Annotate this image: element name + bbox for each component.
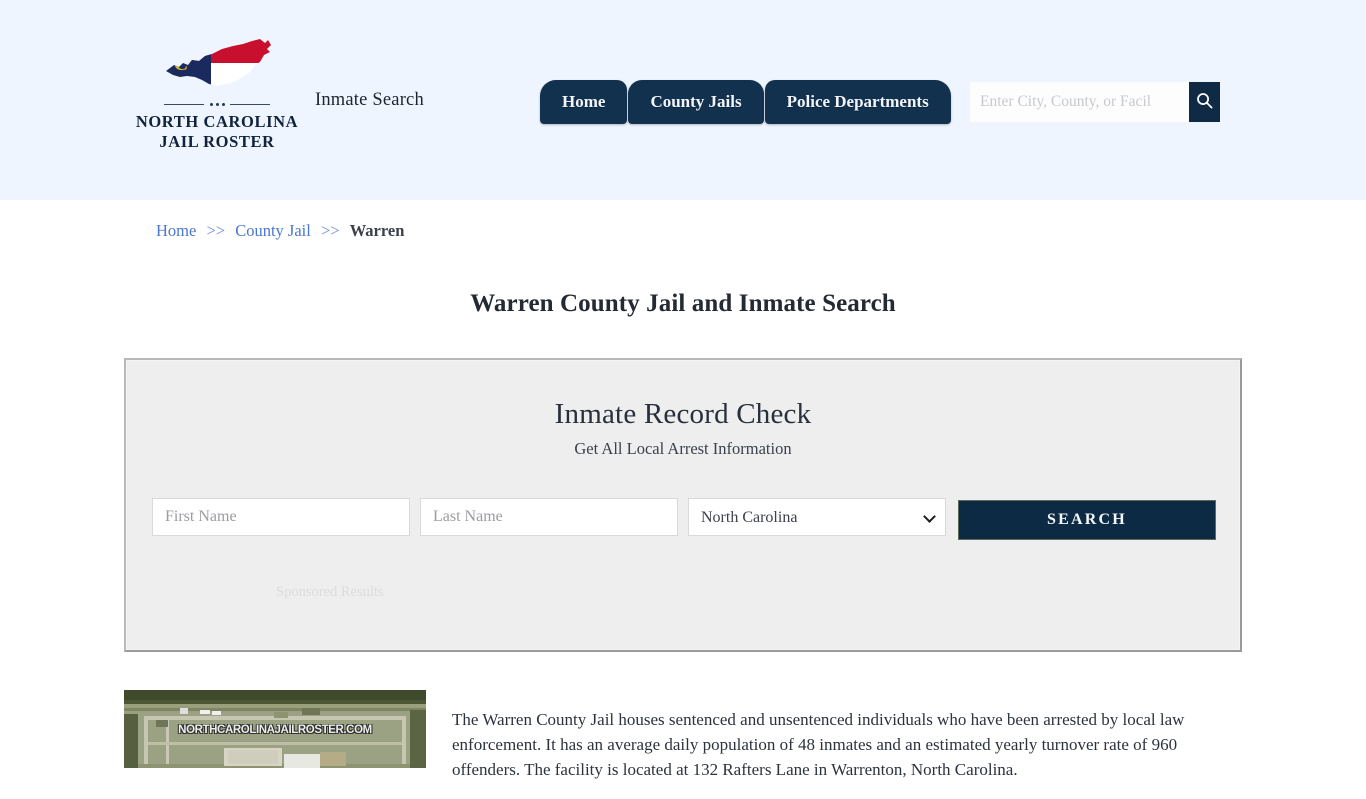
nav-item-home[interactable]: Home	[540, 80, 628, 124]
nav-item-police-departments[interactable]: Police Departments	[764, 80, 951, 124]
logo-ornament-divider	[164, 100, 270, 109]
svg-text:C: C	[174, 53, 188, 75]
breadcrumb: Home >> County Jail >> Warren	[156, 221, 404, 241]
nav-item-police-departments-label: Police Departments	[786, 92, 929, 111]
record-check-title: Inmate Record Check	[554, 398, 812, 430]
breadcrumb-separator-1: >>	[206, 221, 226, 240]
jail-aerial-image[interactable]: NORTHCAROLINAJAILROSTER.COM	[124, 690, 426, 768]
header-search-button[interactable]	[1189, 82, 1220, 122]
logo-line-2: JAIL ROSTER	[159, 132, 275, 151]
last-name-input[interactable]	[420, 498, 678, 536]
image-watermark: NORTHCAROLINAJAILROSTER.COM	[178, 724, 372, 736]
main-navigation: Home County Jails Police Departments	[540, 78, 951, 124]
state-select-wrapper: North Carolina	[688, 498, 946, 536]
nav-item-home-label: Home	[562, 92, 606, 111]
inmate-search-button[interactable]: SEARCH	[958, 500, 1216, 540]
header-search	[970, 82, 1220, 122]
site-header: C NORTH CAROLINA JAIL ROSTER Inmate Sear…	[0, 0, 1366, 200]
search-icon	[1195, 91, 1214, 113]
breadcrumb-item-county-jail[interactable]: County Jail	[235, 221, 311, 240]
header-search-input[interactable]	[970, 82, 1189, 122]
site-logo[interactable]: C NORTH CAROLINA JAIL ROSTER	[124, 34, 310, 152]
article-content: NORTHCAROLINAJAILROSTER.COM The Warren C…	[124, 690, 1244, 799]
state-select[interactable]: North Carolina	[688, 498, 946, 536]
page-title: Warren County Jail and Inmate Search	[470, 289, 896, 317]
record-check-subtitle: Get All Local Arrest Information	[574, 439, 792, 458]
breadcrumb-item-current: Warren	[349, 221, 405, 240]
nav-item-county-jails[interactable]: County Jails	[628, 80, 764, 124]
breadcrumb-item-home[interactable]: Home	[156, 221, 196, 240]
sponsored-results-label: Sponsored Results	[276, 584, 384, 600]
first-name-input[interactable]	[152, 498, 410, 536]
logo-line-1: NORTH CAROLINA	[135, 112, 299, 131]
breadcrumb-separator-2: >>	[320, 221, 340, 240]
north-carolina-state-map-icon: C	[157, 34, 277, 96]
site-tagline: Inmate Search	[315, 90, 424, 110]
inmate-search-form: North Carolina SEARCH	[152, 498, 1218, 540]
nav-item-county-jails-label: County Jails	[650, 92, 742, 111]
inmate-record-check-panel: Inmate Record Check Get All Local Arrest…	[124, 358, 1242, 652]
facility-description: The Warren County Jail houses sentenced …	[452, 710, 1185, 779]
